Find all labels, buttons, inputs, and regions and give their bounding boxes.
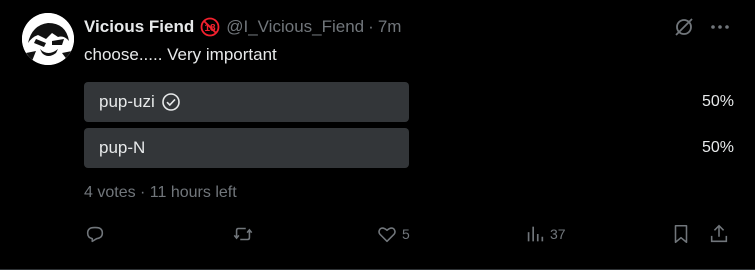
more-options-icon[interactable] [709, 16, 731, 38]
post-text: choose..... Very important [84, 45, 277, 64]
poll-option-label-row: pup-uzi [99, 82, 181, 122]
share-icon [710, 224, 728, 243]
reply-button[interactable] [84, 223, 110, 245]
poll-option-label: pup-uzi [99, 92, 155, 111]
repost-button[interactable] [232, 223, 258, 245]
timestamp[interactable]: 7m [378, 17, 402, 37]
poll-option[interactable]: pup-N 50% [84, 128, 734, 168]
tweet[interactable]: Vicious Fiend 18 @I_Vicious_Fiend · 7m c… [0, 0, 755, 270]
views-chart-icon [527, 226, 544, 242]
share-button[interactable] [708, 223, 730, 245]
display-name[interactable]: Vicious Fiend [84, 17, 194, 37]
like-button[interactable]: 5 [376, 223, 410, 245]
post-header: Vicious Fiend 18 @I_Vicious_Fiend · 7m [84, 16, 401, 38]
handle[interactable]: @I_Vicious_Fiend [226, 17, 364, 37]
bookmark-button[interactable] [670, 223, 692, 245]
grok-icon[interactable] [673, 16, 695, 38]
poll-summary: 4 votes · 11 hours left [84, 184, 237, 201]
top-right-actions [673, 16, 731, 38]
poll-option-percent: 50% [701, 139, 734, 156]
action-bar: 5 37 [84, 223, 738, 247]
poll: pup-uzi 50% pup-N 50% [84, 82, 734, 174]
avatar[interactable] [22, 13, 74, 65]
heart-icon [378, 227, 396, 243]
poll-option-label: pup-N [99, 138, 146, 157]
bookmark-icon [674, 224, 688, 244]
view-count: 37 [550, 226, 566, 242]
poll-option-label-row: pup-N [99, 128, 145, 168]
views-button[interactable]: 37 [524, 223, 566, 245]
repost-icon [233, 227, 253, 241]
like-count: 5 [402, 226, 410, 242]
reply-icon [86, 226, 104, 243]
poll-option-percent: 50% [701, 93, 734, 110]
poll-option[interactable]: pup-uzi 50% [84, 82, 734, 122]
separator-dot: · [368, 17, 374, 36]
age-18-icon: 18 [200, 17, 220, 37]
check-circle-icon [161, 92, 181, 112]
